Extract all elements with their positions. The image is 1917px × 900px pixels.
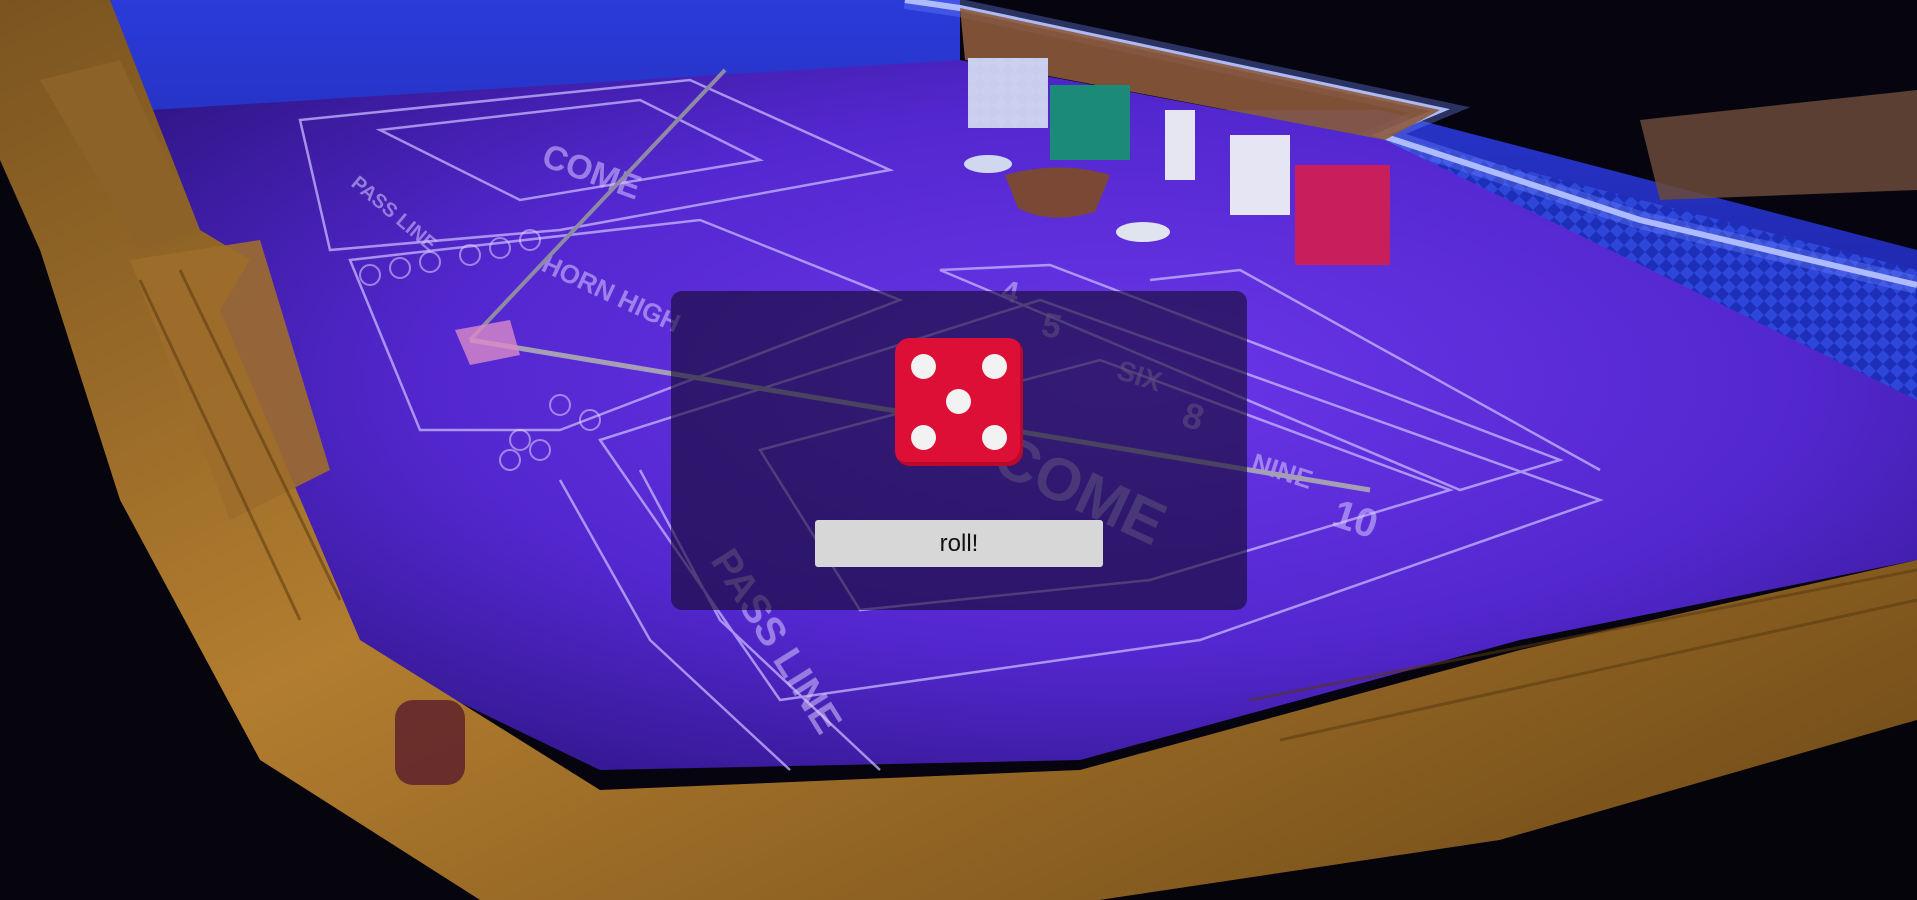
roll-dialog: roll! [671,291,1247,610]
die-five-icon [895,338,1023,466]
roll-button[interactable]: roll! [815,520,1103,567]
die-pip [911,354,936,379]
die-pip [982,425,1007,450]
die-pip [946,389,971,414]
die-pip [982,354,1007,379]
die-pip [911,425,936,450]
